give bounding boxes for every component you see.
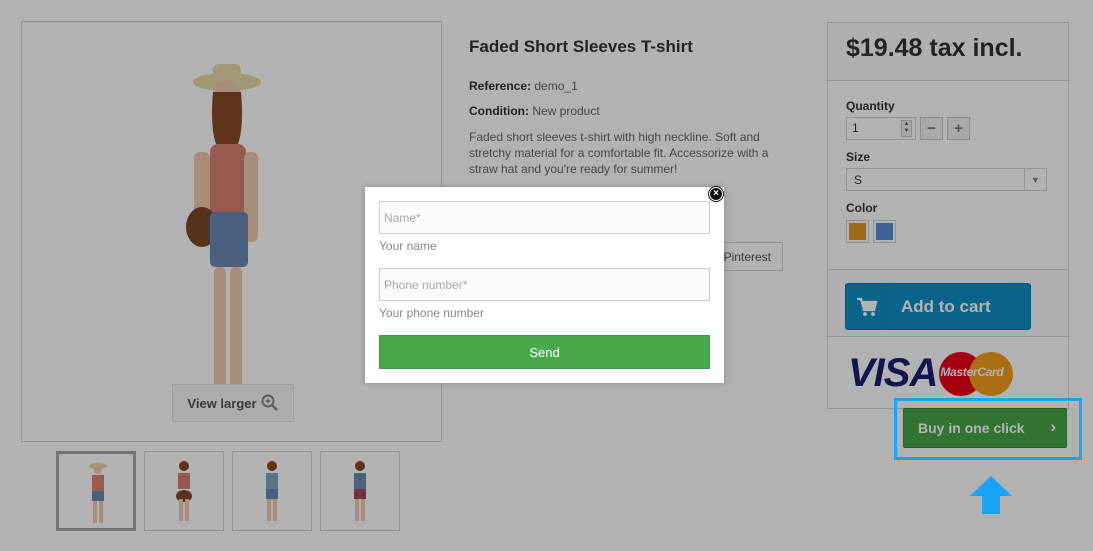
name-hint: Your name	[379, 239, 437, 253]
arrow-up-icon	[970, 476, 1012, 514]
quick-order-modal: × Your name Your phone number Send	[365, 187, 724, 383]
highlight-box	[894, 398, 1082, 460]
send-button[interactable]: Send	[379, 335, 710, 369]
phone-input[interactable]	[379, 268, 710, 301]
phone-hint: Your phone number	[379, 306, 484, 320]
name-input[interactable]	[379, 201, 710, 234]
close-icon[interactable]: ×	[709, 187, 723, 201]
